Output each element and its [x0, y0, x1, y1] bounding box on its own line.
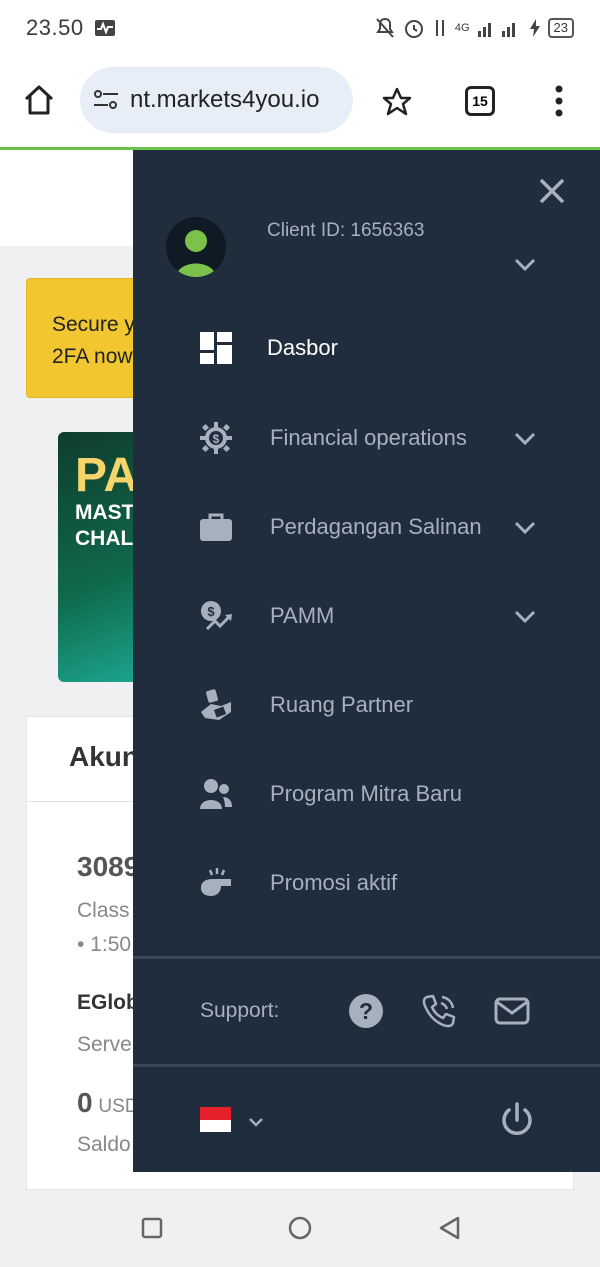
server-name: EGlob	[77, 991, 139, 1014]
back-icon[interactable]	[436, 1214, 464, 1242]
activity-icon	[94, 20, 115, 36]
menu-label-dashboard: Dasbor	[267, 335, 338, 360]
dashboard-icon	[198, 330, 234, 366]
support-label: Support:	[200, 999, 280, 1022]
gear-dollar-icon: $	[198, 420, 234, 456]
client-id: Client ID: 1656363	[267, 220, 425, 241]
status-time: 23.50	[26, 15, 84, 40]
avatar[interactable]	[166, 217, 226, 277]
menu-item-dashboard[interactable]: Dasbor	[133, 318, 600, 378]
account-number[interactable]: 3089	[77, 851, 139, 883]
more-options-icon[interactable]	[552, 84, 566, 118]
indonesia-flag-icon[interactable]	[200, 1107, 231, 1132]
money-chart-icon: $	[198, 598, 234, 634]
account-card-title: Akun	[69, 741, 139, 772]
site-settings-icon[interactable]	[92, 88, 120, 112]
notifications-off-icon	[375, 17, 394, 38]
menu-label-partner-room: Ruang Partner	[270, 692, 414, 717]
menu-label-active-promotions: Promosi aktif	[270, 870, 398, 895]
charging-icon	[529, 19, 540, 37]
svg-text:?: ?	[359, 998, 373, 1024]
browser-toolbar: nt.markets4you.io 15	[0, 56, 600, 148]
promo-sub-line2: CHAL	[75, 527, 134, 550]
promo-title: PA	[75, 449, 139, 502]
handshake-icon	[198, 687, 234, 723]
account-leverage: • 1:50	[77, 933, 132, 956]
battery-level: 23	[547, 18, 574, 38]
balance: 0 USD	[77, 1087, 139, 1119]
divider	[133, 1064, 600, 1067]
promo-sub-line1: MAST	[75, 501, 135, 524]
server-label: Serve	[77, 1033, 132, 1056]
whistle-icon	[198, 865, 234, 901]
data-transfer-icon	[435, 20, 444, 36]
navigation-drawer: Client ID: 1656363 Dasbor $ Financial op…	[133, 150, 600, 1172]
mail-icon[interactable]	[494, 993, 530, 1029]
help-icon[interactable]: ?	[348, 993, 384, 1029]
bookmark-star-icon[interactable]	[382, 87, 412, 117]
menu-item-new-partner-program[interactable]: Program Mitra Baru	[133, 764, 600, 824]
divider	[133, 956, 600, 959]
power-icon[interactable]	[497, 1100, 537, 1140]
close-icon[interactable]	[535, 174, 569, 208]
svg-text:$: $	[213, 432, 220, 446]
menu-label-pamm: PAMM	[270, 603, 335, 628]
tab-switcher-button[interactable]: 15	[465, 86, 495, 116]
promo-subtitle: MAST CHAL	[75, 500, 135, 552]
address-bar[interactable]: nt.markets4you.io	[80, 67, 353, 133]
briefcase-icon	[198, 509, 234, 545]
account-type: Class	[77, 899, 130, 922]
menu-item-copy-trading[interactable]: Perdagangan Salinan	[133, 497, 600, 557]
chevron-down-icon[interactable]	[511, 513, 539, 541]
phone-icon[interactable]	[421, 993, 457, 1029]
menu-item-active-promotions[interactable]: Promosi aktif	[133, 853, 600, 913]
chevron-down-icon[interactable]	[511, 602, 539, 630]
menu-label-financial-operations: Financial operations	[270, 425, 467, 450]
home-icon[interactable]	[22, 83, 56, 117]
menu-item-pamm[interactable]: $ PAMM	[133, 586, 600, 646]
signal-icon	[477, 23, 515, 37]
network-type: 4G	[454, 22, 470, 34]
url-text: nt.markets4you.io	[130, 86, 320, 113]
recent-apps-icon[interactable]	[138, 1214, 166, 1242]
chevron-down-icon[interactable]	[245, 1111, 267, 1133]
menu-item-financial-operations[interactable]: $ Financial operations	[133, 408, 600, 468]
system-navigation-bar	[0, 1190, 600, 1267]
menu-label-new-partner-program: Program Mitra Baru	[270, 781, 462, 806]
users-icon	[198, 776, 234, 812]
svg-text:$: $	[207, 604, 215, 619]
chevron-down-icon[interactable]	[511, 250, 539, 278]
balance-value: 0	[77, 1087, 93, 1118]
alarm-icon	[404, 20, 423, 38]
menu-item-partner-room[interactable]: Ruang Partner	[133, 675, 600, 735]
user-avatar-icon	[176, 230, 216, 277]
menu-label-copy-trading: Perdagangan Salinan	[270, 514, 482, 539]
balance-label: Saldo	[77, 1133, 131, 1156]
status-bar: 23.50 4G 23	[0, 0, 600, 56]
home-nav-icon[interactable]	[286, 1214, 314, 1242]
chevron-down-icon[interactable]	[511, 424, 539, 452]
